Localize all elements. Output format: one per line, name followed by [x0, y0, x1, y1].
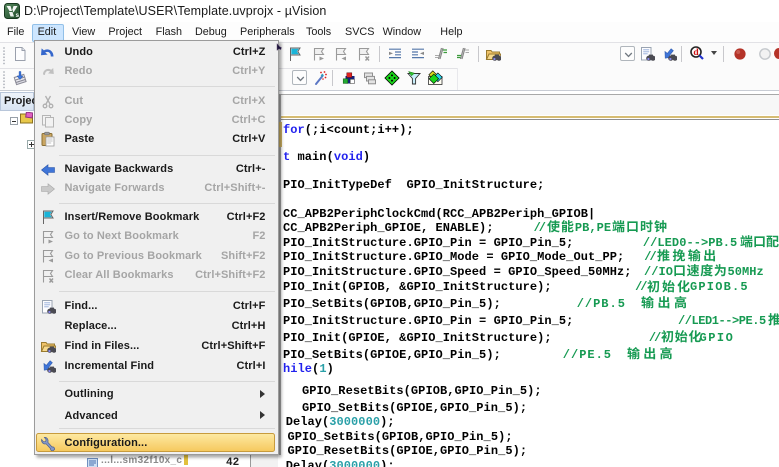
svg-text:d: d: [693, 48, 699, 58]
svg-text:s: s: [16, 12, 20, 19]
